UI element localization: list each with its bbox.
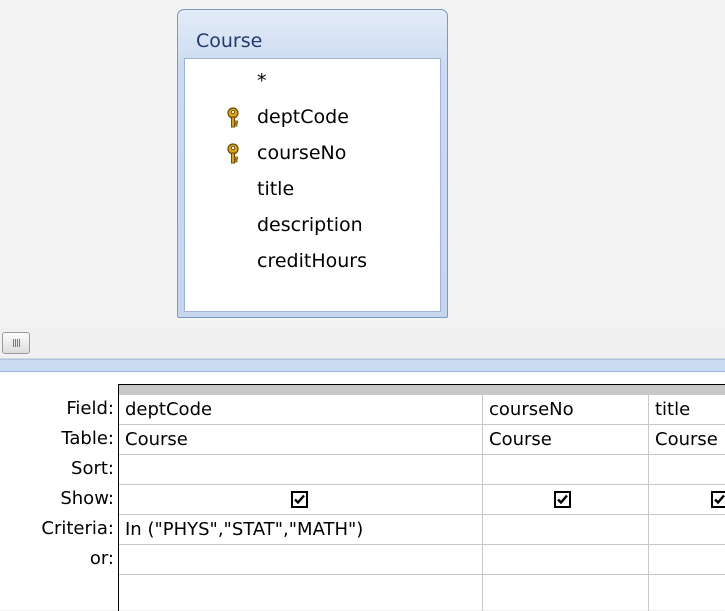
key-icon — [225, 141, 241, 164]
table-pane: Course * deptCode courseNo title descrip… — [0, 0, 725, 328]
row-label-table: Table: — [61, 428, 114, 449]
field-cell[interactable]: title — [649, 395, 725, 425]
horizontal-scrollbar[interactable] — [0, 328, 725, 359]
show-cell[interactable] — [483, 485, 648, 515]
checkbox-checked-icon[interactable] — [711, 491, 725, 508]
grip-line — [13, 339, 14, 347]
or-cell[interactable] — [119, 545, 482, 575]
table-cell[interactable]: Course — [483, 425, 648, 455]
row-labels: Field: Table: Sort: Show: Criteria: or: — [0, 372, 118, 610]
show-cell[interactable] — [649, 485, 725, 515]
row-label-or: or: — [89, 548, 114, 569]
row-label-criteria: Criteria: — [41, 518, 114, 539]
scroll-thumb-icon[interactable] — [2, 332, 30, 354]
row-label-show: Show: — [60, 488, 114, 509]
criteria-cell[interactable] — [483, 515, 648, 545]
criteria-cell[interactable]: In ("PHYS","STAT","MATH") — [119, 515, 482, 545]
checkbox-checked-icon[interactable] — [554, 491, 571, 508]
field-label: deptCode — [257, 106, 349, 128]
table-cell[interactable]: Course — [649, 425, 725, 455]
or-cell[interactable] — [483, 545, 648, 575]
field-label: creditHours — [257, 250, 367, 272]
key-icon — [225, 105, 241, 128]
grip-line — [17, 339, 18, 347]
sort-cell[interactable] — [649, 455, 725, 485]
design-grid-area: Field: Table: Sort: Show: Criteria: or: … — [0, 372, 725, 611]
row-label-sort: Sort: — [71, 458, 114, 479]
course-table-window[interactable]: Course * deptCode courseNo title descrip… — [177, 9, 448, 318]
field-label: * — [257, 70, 267, 92]
table-cell[interactable]: Course — [119, 425, 482, 455]
row-label-field: Field: — [66, 398, 114, 419]
field-item-description[interactable]: description — [185, 207, 440, 243]
sort-cell[interactable] — [483, 455, 648, 485]
checkbox-checked-icon[interactable] — [291, 491, 308, 508]
field-cell[interactable]: deptCode — [119, 395, 482, 425]
field-item-courseno[interactable]: courseNo — [185, 135, 440, 171]
field-cell[interactable]: courseNo — [483, 395, 648, 425]
field-item-credithours[interactable]: creditHours — [185, 243, 440, 279]
field-label: title — [257, 178, 295, 200]
sort-cell[interactable] — [119, 455, 482, 485]
table-title[interactable]: Course — [196, 30, 262, 52]
pane-divider[interactable] — [0, 359, 725, 372]
field-item-all[interactable]: * — [185, 63, 440, 99]
field-label: courseNo — [257, 142, 347, 164]
column-selector[interactable] — [649, 385, 725, 395]
grid-column: deptCode Course In ("PHYS","STAT","MATH"… — [119, 385, 483, 611]
criteria-cell[interactable] — [649, 515, 725, 545]
column-selector[interactable] — [483, 385, 648, 395]
grid-column: title Course — [649, 385, 725, 611]
field-item-deptcode[interactable]: deptCode — [185, 99, 440, 135]
or-cell[interactable] — [649, 545, 725, 575]
column-selector[interactable] — [119, 385, 482, 395]
field-list[interactable]: * deptCode courseNo title description cr… — [184, 58, 441, 312]
field-item-title[interactable]: title — [185, 171, 440, 207]
field-label: description — [257, 214, 363, 236]
grip-line — [15, 339, 16, 347]
query-grid: deptCode Course In ("PHYS","STAT","MATH"… — [118, 384, 725, 611]
show-cell[interactable] — [119, 485, 482, 515]
grid-column: courseNo Course — [483, 385, 649, 611]
grip-line — [19, 339, 20, 347]
